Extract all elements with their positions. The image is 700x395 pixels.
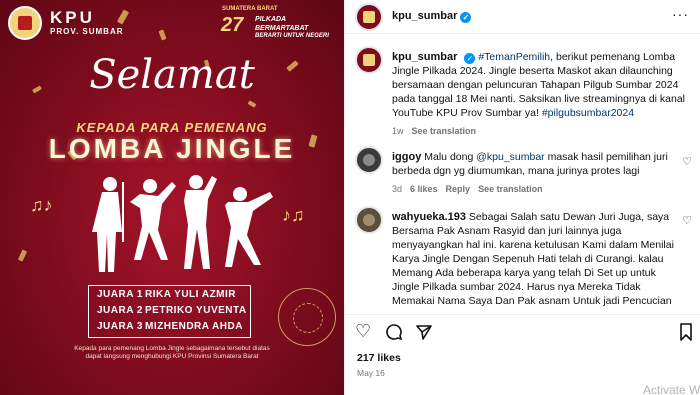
caption-meta: 1w See translation [392, 124, 692, 138]
comment-item: iggoy Malu dong @kpu_sumbar masak hasil … [392, 150, 682, 196]
poster-footer-line-2: dapat langsung menghubungi KPU Provinsi … [85, 353, 259, 360]
heart-icon[interactable]: ♡ [355, 321, 371, 342]
caption-username[interactable]: kpu_sumbar [392, 51, 457, 63]
more-icon[interactable]: ··· [672, 6, 689, 22]
post-image[interactable]: KPU PROV. SUMBAR SUMATERA BARAT 27 PILKA… [0, 0, 344, 395]
music-notes-icon: ♫♪ [30, 195, 53, 215]
post-age: 1w [392, 126, 404, 136]
music-notes-icon: ♪♫ [282, 205, 305, 225]
post-date: May 16 [357, 368, 385, 378]
comment-likes[interactable]: 6 likes [410, 184, 438, 194]
badge-region: SUMATERA BARAT [222, 6, 278, 12]
org-subtitle: PROV. SUMBAR [50, 27, 124, 36]
kpu-logo-icon [8, 6, 42, 40]
winner-rank: JUARA 1 [97, 288, 143, 300]
winner-name: PETRIKO YUVENTA [145, 304, 247, 316]
heart-icon[interactable]: ♡ [682, 214, 692, 227]
badge-tag-2: BERMARTABAT [255, 25, 309, 32]
confetti [116, 9, 130, 25]
comment-text: Sebagai Salah satu Dewan Juri Juga, saya… [392, 211, 680, 310]
org-name: KPU [50, 8, 95, 27]
winners-list: JUARA 1 RIKA YULI AZMIR JUARA 2 PETRIKO … [88, 285, 251, 338]
winner-name: RIKA YULI AZMIR [145, 288, 237, 300]
confetti [17, 249, 28, 262]
poster-footer-line-1: Kepada para pemenang Lomba Jingle sebaga… [74, 345, 270, 352]
bookmark-icon[interactable] [679, 323, 693, 341]
hashtag-link[interactable]: #TemanPemilih [478, 51, 550, 63]
avatar[interactable] [355, 46, 383, 74]
confetti [247, 100, 257, 108]
reply-button[interactable]: Reply [446, 184, 471, 194]
verified-icon: ✓ [460, 12, 472, 23]
avatar[interactable] [355, 146, 383, 174]
greeting-title: Selamat [89, 52, 255, 98]
header-username[interactable]: kpu_sumbar ✓ [392, 10, 472, 23]
winner-name: MIZHENDRA AHDA [145, 320, 243, 332]
see-translation-link[interactable]: See translation [478, 184, 543, 194]
winner-rank: JUARA 3 [97, 320, 143, 332]
post-caption: kpu_sumbar ✓ #TemanPemilih, berikut pemen… [392, 50, 692, 138]
comment-username[interactable]: wahyueka.193 [392, 211, 466, 223]
performers-silhouette [92, 175, 273, 272]
verified-icon: ✓ [464, 53, 476, 64]
comment-username[interactable]: iggoy [392, 151, 421, 163]
winner-row: JUARA 3 MIZHENDRA AHDA [89, 318, 250, 334]
winner-rank: JUARA 2 [97, 304, 143, 316]
badge-tag-3: BERARTI UNTUK NEGERI [255, 33, 329, 39]
winner-row: JUARA 2 PETRIKO YUVENTA [89, 302, 250, 318]
share-icon[interactable] [415, 323, 433, 341]
watermark-text: Activate W [643, 383, 700, 395]
username-text[interactable]: kpu_sumbar [392, 10, 457, 22]
confetti [158, 29, 167, 41]
comment-icon[interactable] [385, 323, 403, 341]
winner-row: JUARA 1 RIKA YULI AZMIR [89, 286, 250, 302]
comment-item: wahyueka.193 Sebagai Salah satu Dewan Ju… [392, 210, 682, 310]
avatar[interactable] [355, 3, 383, 31]
mention-link[interactable]: @kpu_sumbar [476, 151, 544, 163]
badge-tag-1: PILKADA [255, 16, 287, 23]
post-header: kpu_sumbar ✓ ··· [345, 0, 700, 34]
comment-age: 3d [392, 184, 403, 194]
likes-count[interactable]: 217 likes [357, 352, 401, 364]
vinyl-record-icon [278, 288, 336, 346]
comment-text: Malu dong [424, 151, 477, 163]
see-translation-link[interactable]: See translation [412, 126, 477, 136]
contest-title: LOMBA JINGLE [48, 133, 296, 164]
action-bar: ♡ [345, 314, 700, 348]
avatar[interactable] [355, 206, 383, 234]
hashtag-link[interactable]: #pilgubsumbar2024 [542, 107, 634, 119]
badge-number: 27 [221, 14, 244, 36]
heart-icon[interactable]: ♡ [682, 155, 692, 168]
post-detail-panel: kpu_sumbar ✓ ··· kpu_sumbar ✓ #TemanPemili… [344, 0, 700, 395]
comment-meta: 3d 6 likes Reply See translation [392, 182, 682, 196]
